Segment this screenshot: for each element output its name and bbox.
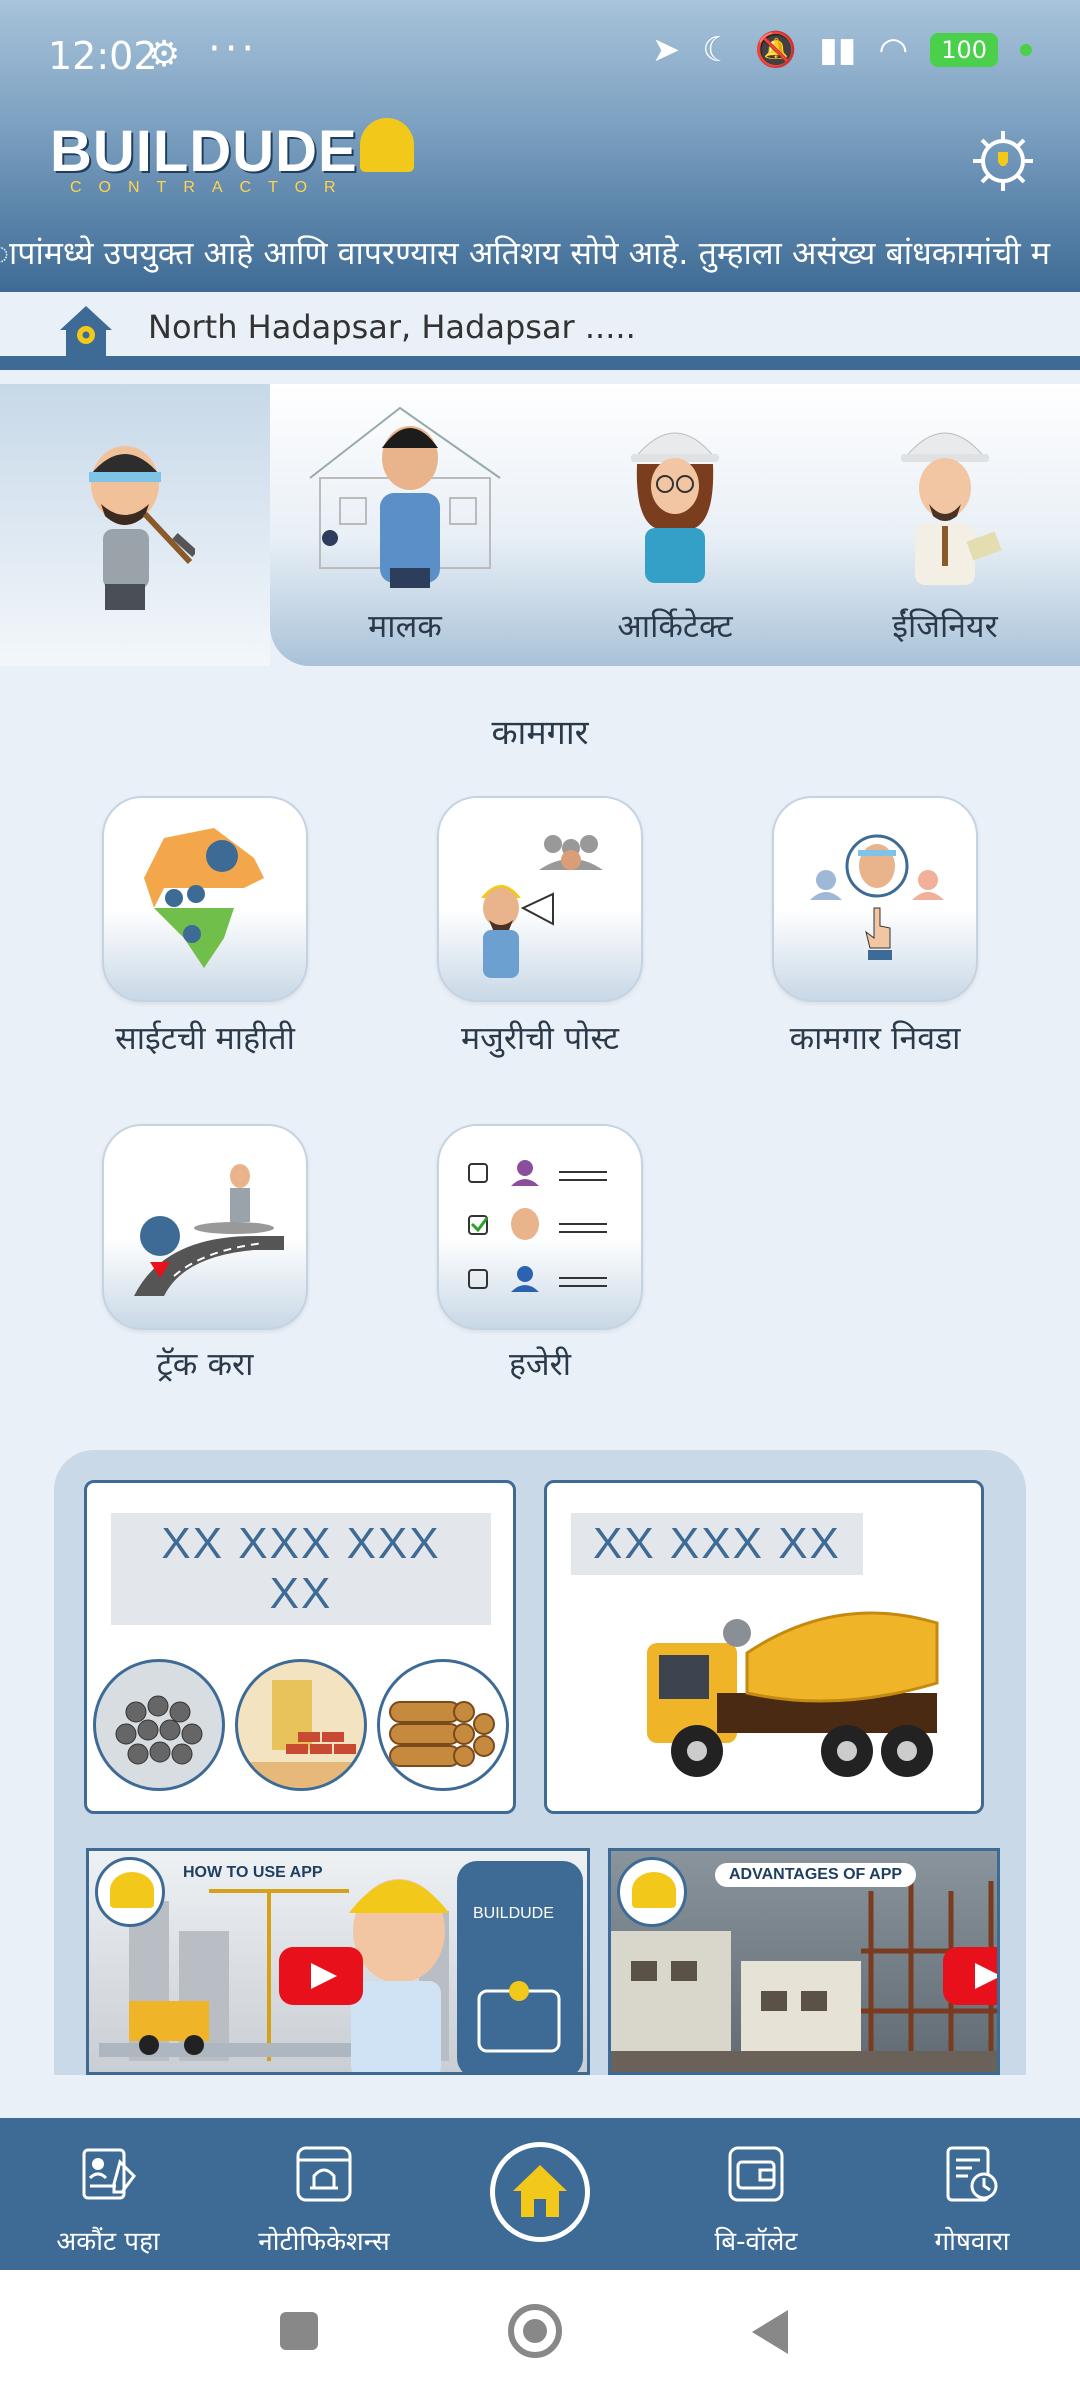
- promo-panel: XX XXX XXX XX XX XXX XX HOW TO USE APP B…: [54, 1450, 1026, 2075]
- tile-label-attendance: हजेरी: [508, 1345, 572, 1383]
- road-track-icon: [134, 1164, 284, 1296]
- phone-brand-text: BUILDUDE: [473, 1905, 554, 1922]
- nav-account-label: अकौंट पहा: [56, 2227, 160, 2257]
- video-advantages[interactable]: ADVANTAGES OF APP: [608, 1848, 1000, 2075]
- home-button[interactable]: [490, 2142, 590, 2242]
- megaphone-icon: [481, 835, 603, 978]
- youtube-play-icon[interactable]: [943, 1947, 997, 2005]
- tile-track[interactable]: [102, 1124, 308, 1330]
- mute-icon: 🔕: [754, 30, 798, 70]
- youtube-play-icon[interactable]: [279, 1947, 363, 2005]
- wallet-icon: [728, 2146, 784, 2202]
- nav-report[interactable]: गोषवारा: [864, 2118, 1080, 2270]
- tile-attendance[interactable]: [437, 1124, 643, 1330]
- brand-tagline: CONTRACTOR: [70, 179, 353, 196]
- home-system-icon[interactable]: [508, 2304, 562, 2358]
- tile-label-wage-post: मजुरीची पोस्ट: [460, 1019, 620, 1057]
- system-nav-bar: [0, 2270, 1080, 2400]
- settings-gear-status-icon: ⚙: [148, 34, 181, 75]
- recent-apps-icon[interactable]: [280, 2312, 318, 2350]
- account-icon: [82, 2148, 136, 2200]
- nav-wallet-label: बि-वॉलेट: [714, 2227, 798, 2257]
- tile-site-info[interactable]: [102, 796, 308, 1002]
- owner-avatar: [309, 406, 501, 588]
- status-icons: ➤ ☾ 🔕 ▮▮ ◠ 100: [652, 30, 1032, 70]
- architect-avatar: [631, 432, 719, 583]
- location-bar[interactable]: North Hadapsar, Hadapsar .....: [0, 292, 1080, 370]
- moon-icon: ☾: [702, 30, 733, 70]
- tile-label-site-info: साईटची माहीती: [115, 1019, 295, 1057]
- status-bar: 12:02 ⚙ ··· ➤ ☾ 🔕 ▮▮ ◠ 100: [0, 0, 1080, 110]
- role-tab-owner[interactable]: मालक: [270, 384, 540, 666]
- section-title: कामगार: [491, 713, 589, 753]
- tile-label-select-worker: कामगार निवडा: [789, 1019, 961, 1057]
- promo-card-machinery-title: XX XXX XX: [571, 1513, 863, 1575]
- tile-select-worker[interactable]: [772, 796, 978, 1002]
- marquee-ticker: ापांमध्ये उपयुक्त आहे आणि वापरण्यास अतिश…: [0, 222, 1080, 284]
- bottom-nav: अकौंट पहा नोटीफिकेशन्स बि-वॉलेट गोषवारा: [0, 2118, 1080, 2270]
- india-map-icon: [144, 828, 264, 968]
- nav-notifications-label: नोटीफिकेशन्स: [258, 2227, 390, 2257]
- promo-card-materials-title: XX XXX XXX XX: [111, 1513, 491, 1625]
- role-tab-architect[interactable]: आर्किटेक्ट: [540, 384, 810, 666]
- video-advantages-label: ADVANTAGES OF APP: [715, 1863, 917, 1887]
- nav-account[interactable]: अकौंट पहा: [0, 2118, 216, 2270]
- nav-notifications[interactable]: नोटीफिकेशन्स: [216, 2118, 432, 2270]
- video-how-to-use[interactable]: HOW TO USE APP BUILDUDE: [86, 1848, 590, 2075]
- role-tab-engineer[interactable]: ईंजिनियर: [810, 384, 1080, 666]
- app-header: 12:02 ⚙ ··· ➤ ☾ 🔕 ▮▮ ◠ 100 BUILDUDE CONT…: [0, 0, 1080, 292]
- wifi-icon: ◠: [878, 30, 909, 70]
- charging-dot-icon: [1020, 44, 1032, 56]
- helmet-logo-icon: [360, 118, 414, 172]
- promo-card-materials[interactable]: XX XXX XXX XX: [84, 1480, 516, 1814]
- settings-icon[interactable]: [968, 126, 1038, 196]
- app-logo: BUILDUDE CONTRACTOR: [50, 118, 358, 197]
- role-label-engineer: ईंजिनियर: [892, 607, 998, 645]
- steel-rods-image: [93, 1659, 225, 1791]
- battery-icon: 100: [930, 33, 998, 67]
- nav-home[interactable]: [432, 2118, 648, 2270]
- signal-icon: ▮▮: [819, 30, 857, 70]
- nav-wallet[interactable]: बि-वॉलेट: [648, 2118, 864, 2270]
- role-label-owner: मालक: [368, 607, 442, 645]
- tile-wage-post[interactable]: [437, 796, 643, 1002]
- cement-mixer-truck-image: [647, 1611, 939, 1777]
- tile-label-track: ट्रॅक करा: [156, 1345, 254, 1383]
- notification-icon: [296, 2146, 352, 2202]
- location-text: North Hadapsar, Hadapsar .....: [148, 308, 636, 346]
- ticker-text: ापांमध्ये उपयुक्त आहे आणि वापरण्यास अतिश…: [0, 234, 1050, 272]
- video-how-to-use-label: HOW TO USE APP: [183, 1864, 323, 1881]
- home-location-icon: [60, 306, 112, 356]
- location-arrow-icon: ➤: [651, 30, 681, 70]
- role-selector: मालक आर्किटेक्ट ईंजिनियर: [0, 384, 1080, 666]
- more-dots-icon: ···: [208, 26, 259, 72]
- role-tab-worker[interactable]: [0, 384, 270, 666]
- brand-name: BUILDUDE: [50, 119, 358, 184]
- worker-avatar: [89, 446, 195, 610]
- select-worker-icon: [810, 834, 944, 960]
- helmet-badge-icon: [95, 1857, 165, 1927]
- home-icon: [513, 2165, 567, 2217]
- helmet-badge-icon: [617, 1857, 687, 1927]
- report-icon: [946, 2146, 998, 2202]
- wood-logs-image: [377, 1659, 509, 1791]
- engineer-avatar: [901, 432, 1002, 585]
- cement-bricks-image: [235, 1659, 367, 1791]
- promo-card-machinery[interactable]: XX XXX XX: [544, 1480, 984, 1814]
- role-label-architect: आर्किटेक्ट: [617, 607, 733, 645]
- attendance-checklist-icon: [468, 1160, 607, 1292]
- status-time: 12:02: [48, 34, 158, 78]
- nav-report-label: गोषवारा: [934, 2227, 1010, 2257]
- back-icon[interactable]: [752, 2310, 788, 2354]
